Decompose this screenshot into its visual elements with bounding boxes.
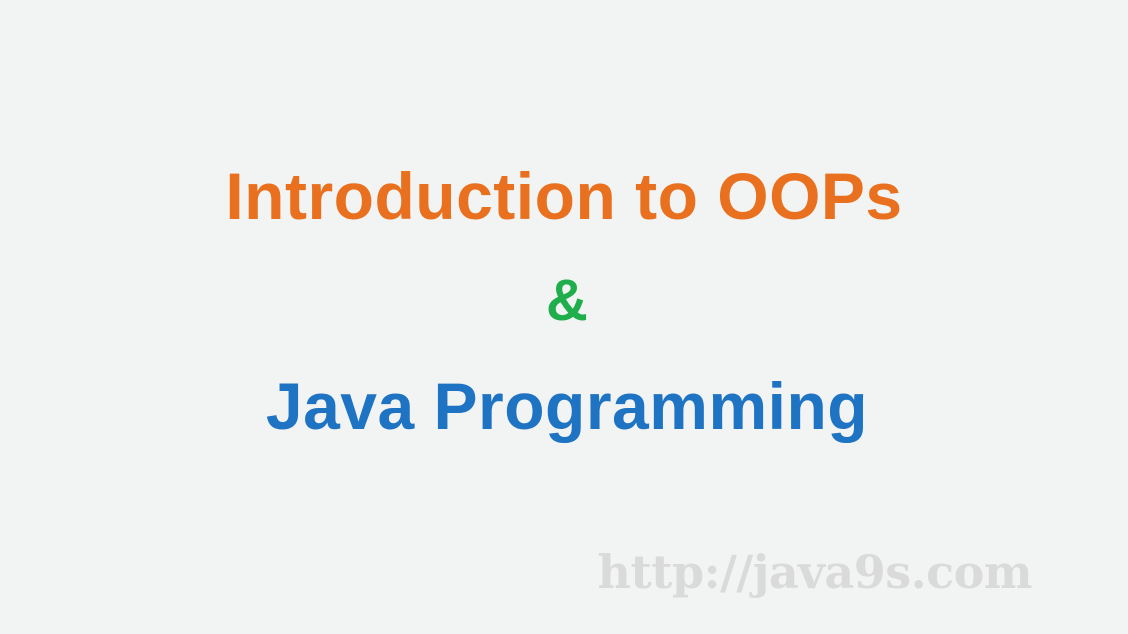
ampersand-text: & [546,268,588,333]
slide: Introduction to OOPs & Java Programming … [0,0,1128,634]
watermark-url: http://java9s.com [597,545,1033,599]
slide-subtitle: Java Programming [265,369,869,443]
slide-title: Introduction to OOPs [225,159,903,233]
